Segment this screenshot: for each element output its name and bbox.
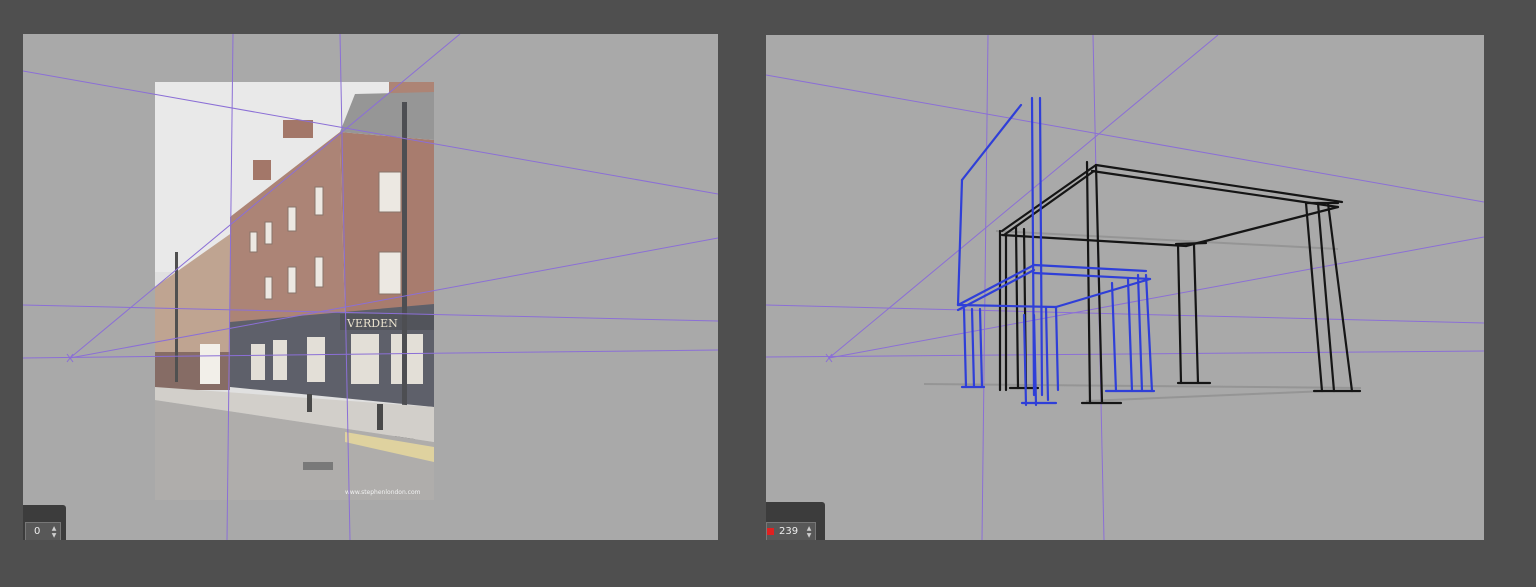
frame-number-field[interactable]: 0 ▲ ▼ [25, 522, 61, 540]
black-structure-sketch [998, 160, 1362, 405]
perspective-guides [23, 34, 718, 540]
frame-number-value: 239 [779, 526, 799, 537]
stepper-down-icon[interactable]: ▼ [805, 532, 813, 539]
record-indicator-icon [767, 528, 774, 535]
perspective-guide-line [23, 349, 718, 359]
blue-structure-sketch [956, 96, 1156, 407]
frame-number-field[interactable]: 239 ▲ ▼ [766, 522, 816, 540]
frame-counter-panel: 0 ▲ ▼ [23, 505, 66, 540]
frame-counter-panel: 239 ▲ ▼ [766, 502, 825, 540]
vertical-guide-line [339, 34, 351, 540]
frame-stepper[interactable]: ▲ ▼ [805, 525, 813, 539]
stepper-up-icon[interactable]: ▲ [50, 525, 58, 532]
perspective-guide-line [69, 237, 718, 359]
perspective-guide-line [69, 34, 461, 359]
reference-canvas[interactable]: VERDEN www.stephenlondon.com 0 ▲ ▼ [23, 34, 718, 540]
perspective-guide-line [23, 70, 718, 195]
perspective-guide-line [23, 304, 718, 322]
frame-stepper[interactable]: ▲ ▼ [50, 525, 58, 539]
stepper-down-icon[interactable]: ▼ [50, 532, 58, 539]
sketch-layer [923, 96, 1362, 407]
drawing-canvas[interactable]: 239 ▲ ▼ [766, 35, 1484, 540]
vertical-guide-line [226, 34, 234, 540]
frame-number-value: 0 [34, 526, 41, 537]
stepper-up-icon[interactable]: ▲ [805, 525, 813, 532]
